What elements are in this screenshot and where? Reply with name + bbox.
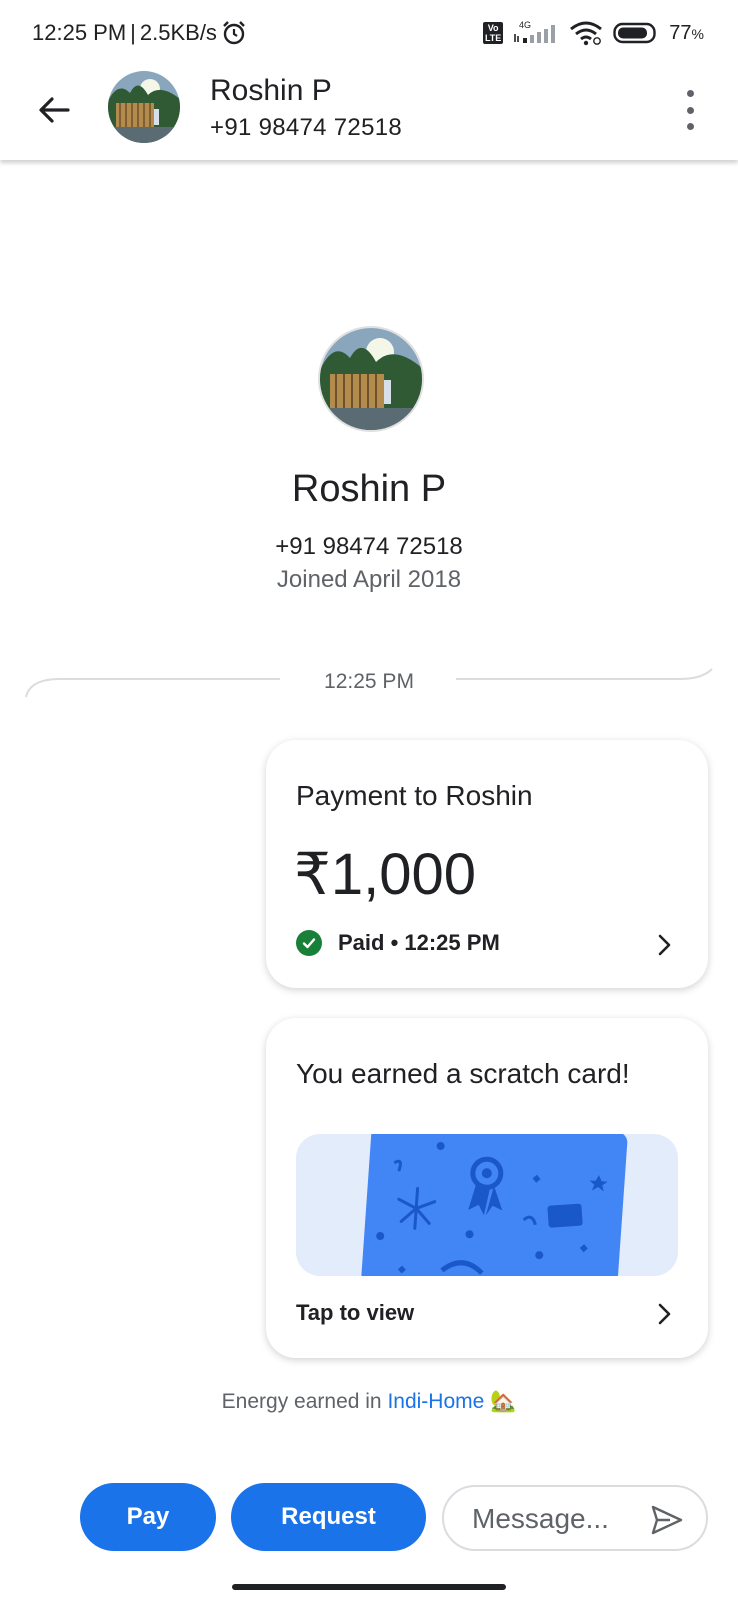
scratch-card[interactable]: You earned a scratch card! Tap to view xyxy=(266,1018,708,1358)
battery-icon xyxy=(613,22,656,44)
status-bar: 12:25 PM | 2.5KB/s Vo LTE 4G 77% xyxy=(0,0,738,64)
energy-prefix: Energy earned in xyxy=(221,1390,388,1413)
message-input[interactable] xyxy=(472,1499,642,1539)
profile-joined: Joined April 2018 xyxy=(276,566,462,593)
signal-icon: 4G xyxy=(514,20,556,43)
gesture-home-bar[interactable] xyxy=(232,1584,506,1590)
profile-phone: +91 98474 72518 xyxy=(275,533,463,560)
back-arrow-icon[interactable] xyxy=(34,90,74,130)
status-time: 12:25 PM xyxy=(32,20,127,45)
app-bar: Roshin P +91 98474 72518 xyxy=(0,64,738,160)
send-icon[interactable] xyxy=(650,1503,684,1537)
status-left: 12:25 PM | 2.5KB/s xyxy=(32,20,247,46)
network-label: 4G xyxy=(519,20,531,30)
chevron-right-icon xyxy=(658,1303,671,1325)
divider-time: 12:25 PM xyxy=(324,670,414,693)
battery-percent: 77% xyxy=(669,21,704,44)
pay-button[interactable]: Pay xyxy=(80,1483,216,1551)
energy-link[interactable]: Indi-Home xyxy=(387,1390,484,1413)
scratch-card-banner xyxy=(296,1134,678,1276)
message-field[interactable] xyxy=(442,1485,708,1551)
header-contact-phone: +91 98474 72518 xyxy=(210,114,403,141)
energy-note: Energy earned in Indi-Home 🏡 xyxy=(0,1390,738,1414)
more-options-icon[interactable] xyxy=(682,90,698,130)
alarm-icon xyxy=(223,21,245,45)
header-contact-name: Roshin P xyxy=(210,74,332,107)
payment-title: Payment to Roshin xyxy=(296,780,533,811)
chevron-right-icon xyxy=(658,934,671,956)
payment-status: Paid • 12:25 PM xyxy=(296,930,500,956)
scratch-card-illustration xyxy=(361,1134,628,1276)
request-button[interactable]: Request xyxy=(231,1483,426,1551)
status-speed: 2.5KB/s xyxy=(139,20,217,45)
profile-name: Roshin P xyxy=(291,468,447,510)
check-circle-icon xyxy=(296,930,322,956)
status-right: Vo LTE 4G 77% xyxy=(482,20,704,46)
scratch-title: You earned a scratch card! xyxy=(296,1058,630,1089)
wifi-icon xyxy=(570,21,603,46)
house-icon: 🏡 xyxy=(490,1390,517,1413)
payment-status-text: Paid • 12:25 PM xyxy=(338,930,500,955)
scratch-tap-label: Tap to view xyxy=(296,1300,415,1325)
status-separator: | xyxy=(130,20,136,45)
payment-amount: ₹1,000 xyxy=(294,842,477,907)
volte-icon: Vo LTE xyxy=(482,22,504,44)
payment-card[interactable]: Payment to Roshin ₹1,000 Paid • 12:25 PM xyxy=(266,740,708,988)
contact-avatar[interactable] xyxy=(108,71,180,143)
profile-avatar xyxy=(320,328,422,430)
